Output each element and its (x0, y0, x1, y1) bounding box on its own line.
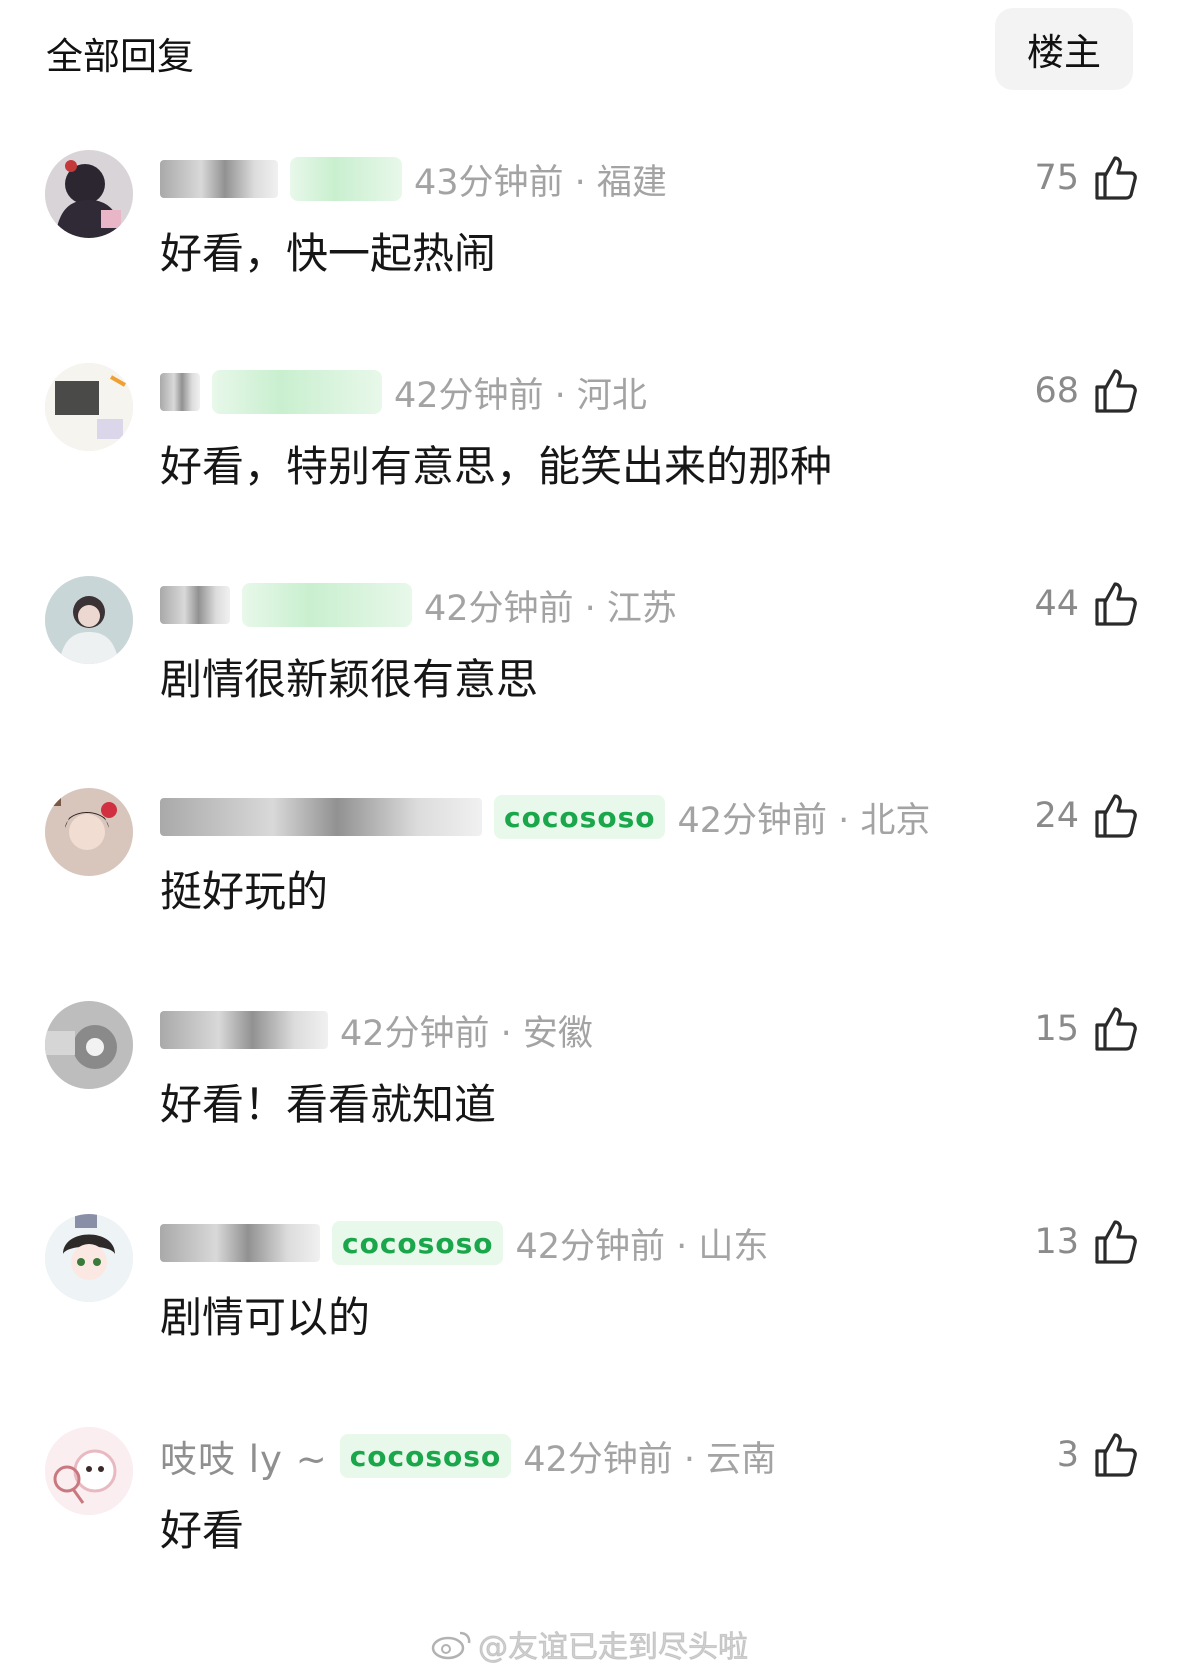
like-button[interactable]: 44 (1034, 576, 1139, 632)
time-region: 42分钟前 · 河北 (394, 375, 647, 416)
username-redaction (160, 1011, 328, 1049)
like-count: 15 (1034, 1009, 1079, 1049)
user-avatar[interactable] (45, 363, 133, 451)
user-avatar[interactable] (45, 1214, 133, 1302)
reply-list-header: 全部回复 楼主 (0, 0, 1179, 100)
comment-item: cocososo 42分钟前 · 山东 剧情可以的 13 (0, 1214, 1179, 1414)
thumbs-up-icon (1093, 1431, 1139, 1479)
user-avatar[interactable] (45, 576, 133, 664)
like-count: 75 (1034, 158, 1079, 198)
comment-meta: 42分钟前 · 河北 (160, 367, 647, 417)
user-badge (212, 370, 382, 414)
like-button[interactable]: 15 (1034, 1001, 1139, 1057)
comment-meta: cocososo 42分钟前 · 山东 (160, 1218, 768, 1268)
comment-text: 好看，特别有意思，能笑出来的那种 (160, 442, 833, 491)
comment-text: 剧情可以的 (160, 1293, 371, 1342)
avatar-image (45, 363, 133, 451)
user-badge: cocososo (332, 1221, 504, 1265)
thumbs-up-icon (1093, 367, 1139, 415)
time-region: 42分钟前 · 山东 (515, 1226, 769, 1267)
like-count: 3 (1056, 1435, 1079, 1475)
watermark-text: @友谊已走到尽头啦 (478, 1630, 749, 1666)
time-region: 43分钟前 · 福建 (414, 162, 667, 203)
weibo-watermark: @友谊已走到尽头啦 (430, 1622, 749, 1666)
username-redaction (160, 160, 278, 198)
like-count: 13 (1034, 1222, 1079, 1262)
time-region: 42分钟前 · 云南 (523, 1439, 777, 1480)
comment-text: 好看！看看就知道 (160, 1080, 497, 1129)
comment-meta: 43分钟前 · 福建 (160, 154, 667, 204)
like-button[interactable]: 3 (1057, 1427, 1139, 1483)
username-redaction (160, 1224, 320, 1262)
comment-text: 好看，快一起热闹 (160, 229, 497, 278)
thumbs-up-icon (1093, 792, 1139, 840)
avatar-image (45, 1214, 133, 1302)
user-badge (242, 583, 412, 627)
all-replies-title: 全部回复 (46, 35, 194, 78)
comment-item: 42分钟前 · 河北 好看，特别有意思，能笑出来的那种 68 (0, 363, 1179, 563)
user-avatar[interactable] (45, 1427, 133, 1515)
comment-text: 挺好玩的 (160, 867, 329, 916)
like-count: 24 (1034, 796, 1079, 836)
comment-meta: cocososo 42分钟前 · 北京 (160, 792, 930, 842)
owner-only-filter-button[interactable]: 楼主 (995, 8, 1133, 90)
like-button[interactable]: 75 (1034, 150, 1139, 206)
thumbs-up-icon (1093, 154, 1139, 202)
time-region: 42分钟前 · 江苏 (424, 588, 677, 629)
avatar-image (45, 576, 133, 664)
comment-meta: 42分钟前 · 江苏 (160, 580, 677, 630)
like-count: 68 (1034, 371, 1079, 411)
comment-item: 42分钟前 · 江苏 剧情很新颖很有意思 44 (0, 576, 1179, 776)
username-redaction (160, 798, 482, 836)
user-badge: cocososo (494, 795, 666, 839)
like-button[interactable]: 13 (1034, 1214, 1139, 1270)
time-region: 42分钟前 · 安徽 (340, 1013, 593, 1054)
comment-item: 42分钟前 · 安徽 好看！看看就知道 15 (0, 1001, 1179, 1201)
comment-item: 吱吱 ly ~ cocososo 42分钟前 · 云南 好看 3 (0, 1427, 1179, 1627)
username-redaction (160, 373, 200, 411)
thumbs-up-icon (1093, 1218, 1139, 1266)
comment-item: 43分钟前 · 福建 好看，快一起热闹 75 (0, 150, 1179, 350)
thumbs-up-icon (1093, 1005, 1139, 1053)
user-avatar[interactable] (45, 788, 133, 876)
comment-item: cocososo 42分钟前 · 北京 挺好玩的 24 (0, 788, 1179, 988)
comment-meta: 42分钟前 · 安徽 (160, 1005, 593, 1055)
avatar-image (45, 788, 133, 876)
like-count: 44 (1034, 584, 1079, 624)
username-redaction (160, 586, 230, 624)
comment-text: 好看 (160, 1506, 245, 1555)
username[interactable]: 吱吱 ly ~ (160, 1429, 328, 1483)
user-avatar[interactable] (45, 1001, 133, 1089)
avatar-image (45, 1427, 133, 1515)
time-region: 42分钟前 · 北京 (677, 800, 931, 841)
thumbs-up-icon (1093, 580, 1139, 628)
like-button[interactable]: 24 (1034, 788, 1139, 844)
like-button[interactable]: 68 (1034, 363, 1139, 419)
avatar-image (45, 1001, 133, 1089)
user-avatar[interactable] (45, 150, 133, 238)
user-badge (290, 157, 402, 201)
weibo-icon (430, 1627, 472, 1661)
user-badge: cocososo (339, 1434, 512, 1478)
comment-text: 剧情很新颖很有意思 (160, 655, 539, 704)
comment-meta: 吱吱 ly ~ cocososo 42分钟前 · 云南 (160, 1431, 776, 1481)
avatar-image (45, 150, 133, 238)
